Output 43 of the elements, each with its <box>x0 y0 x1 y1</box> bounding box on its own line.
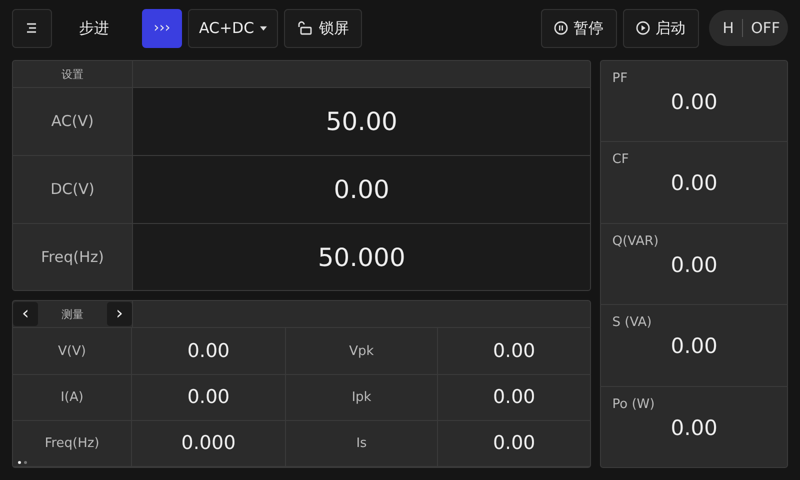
reading-label: Po (W) <box>612 396 655 412</box>
setting-value[interactable]: 50.000 <box>133 224 590 290</box>
measure-value: 0.00 <box>132 374 286 420</box>
unlock-icon <box>297 21 313 35</box>
reading-value: 0.00 <box>670 90 718 114</box>
next-button[interactable]: › <box>107 302 132 326</box>
caret-icon <box>260 26 267 30</box>
menu-icon <box>26 22 38 34</box>
measure-label: Ipk <box>286 374 438 420</box>
pause-button[interactable]: 暂停 <box>540 8 617 48</box>
measure-value: 0.00 <box>492 385 536 410</box>
toggle-state: OFF <box>750 19 780 37</box>
reading-value: 0.00 <box>670 334 718 358</box>
reading-value: 0.00 <box>670 252 718 277</box>
reading-label: CF <box>612 152 629 168</box>
lock-button[interactable]: 锁屏 <box>284 8 362 48</box>
reading-label: Q(VAR) <box>612 234 659 249</box>
step-button[interactable]: ››› <box>142 8 182 48</box>
menu-button[interactable] <box>12 8 52 48</box>
measure-value: 0.00 <box>492 339 536 364</box>
start-button[interactable]: 启动 <box>622 8 699 48</box>
panel-title: 设置 <box>13 61 133 87</box>
pause-icon <box>554 21 568 35</box>
measure-value: 0.000 <box>132 420 286 466</box>
measure-label: V(V) <box>13 328 132 374</box>
setting-value[interactable]: 0.00 <box>133 156 590 223</box>
reading-label: S (VA) <box>612 315 652 330</box>
reading-value: 0.00 <box>670 416 718 440</box>
reading-value: 0.00 <box>670 171 718 196</box>
panel-title: 测量 <box>62 306 84 322</box>
setting-value[interactable]: 50.00 <box>133 88 590 155</box>
coupling-dropdown[interactable]: AC+DC <box>188 8 278 48</box>
measure-value: 0.00 <box>492 431 536 456</box>
measure-value: 0.00 <box>132 328 286 374</box>
measure-label: Is <box>286 420 438 466</box>
measure-label: Vpk <box>286 328 438 374</box>
mode-label: 步进 <box>78 18 110 38</box>
measure-label: I(A) <box>13 374 132 420</box>
reading-label: PF <box>612 71 628 86</box>
output-toggle[interactable]: H OFF <box>708 10 788 46</box>
prev-button[interactable]: ‹ <box>13 302 38 326</box>
play-icon <box>636 21 650 35</box>
toggle-label: H <box>722 19 734 37</box>
